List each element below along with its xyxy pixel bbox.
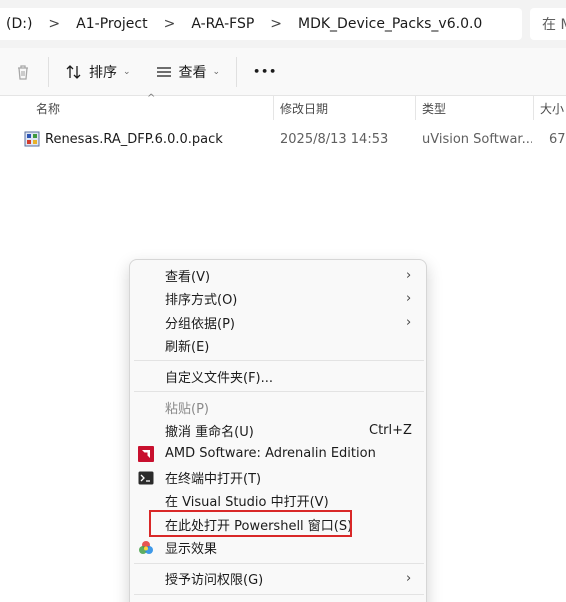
highlight-box — [149, 510, 352, 537]
menu-item-display-effects[interactable]: 显示效果 — [130, 536, 428, 559]
menu-separator — [134, 563, 424, 564]
breadcrumb-mdk-packs[interactable]: MDK_Device_Packs_v6.0.0 — [292, 16, 488, 32]
color-wheel-icon — [138, 540, 154, 556]
chevron-down-icon: ⌄ — [212, 66, 221, 77]
toolbar-divider — [236, 56, 238, 87]
file-row[interactable]: Renesas.RA_DFP.6.0.0.pack 2025/8/13 14:5… — [18, 126, 566, 152]
pack-file-icon — [24, 126, 40, 152]
chevron-right-icon[interactable]: > — [38, 16, 70, 32]
menu-item-view[interactable]: 查看(V) › — [130, 264, 428, 287]
breadcrumb-drive[interactable]: (D:) — [0, 16, 38, 32]
menu-separator — [134, 360, 424, 361]
more-options-button[interactable]: ••• — [245, 56, 285, 88]
column-header-size[interactable]: 大小 — [534, 96, 564, 120]
menu-item-amd-software[interactable]: AMD Software: Adrenalin Edition — [130, 442, 428, 465]
menu-item-open-visual-studio[interactable]: 在 Visual Studio 中打开(V) — [130, 489, 428, 512]
sort-arrows-icon — [66, 64, 81, 79]
breadcrumb-a-ra-fsp[interactable]: A-RA-FSP — [185, 16, 260, 32]
chevron-right-icon[interactable]: > — [260, 16, 292, 32]
delete-button[interactable] — [6, 56, 40, 88]
column-header-type[interactable]: 类型 — [416, 96, 446, 120]
menu-item-open-terminal[interactable]: 在终端中打开(T) — [130, 466, 428, 489]
menu-separator — [134, 594, 424, 595]
breadcrumb[interactable]: (D:) > A1-Project > A-RA-FSP > MDK_Devic… — [0, 8, 522, 40]
menu-item-grant-access[interactable]: 授予访问权限(G) › — [130, 567, 428, 590]
column-headers: ^ 名称 修改日期 类型 大小 — [0, 93, 566, 120]
menu-separator — [134, 391, 424, 392]
view-button[interactable]: 查看 ⌄ — [147, 56, 229, 88]
chevron-right-icon: › — [406, 291, 412, 306]
view-label: 查看 — [178, 64, 207, 81]
sort-ascending-icon: ^ — [147, 93, 156, 104]
menu-item-undo-rename[interactable]: 撤消 重命名(U) Ctrl+Z — [130, 419, 428, 442]
sort-button[interactable]: 排序 ⌄ — [57, 56, 139, 88]
file-name: Renesas.RA_DFP.6.0.0.pack — [45, 131, 223, 147]
menu-item-group-by[interactable]: 分组依据(P) › — [130, 311, 428, 334]
address-bar-area: (D:) > A1-Project > A-RA-FSP > MDK_Devic… — [0, 0, 566, 48]
search-input[interactable]: 在 M — [530, 8, 566, 40]
menu-item-refresh[interactable]: 刷新(E) — [130, 334, 428, 357]
file-size: 67, — [549, 131, 566, 147]
chevron-right-icon: › — [406, 268, 412, 283]
file-date: 2025/8/13 14:53 — [280, 131, 389, 147]
chevron-right-icon: › — [406, 571, 412, 586]
file-type: uVision Softwar... — [422, 131, 532, 147]
breadcrumb-a1-project[interactable]: A1-Project — [70, 16, 153, 32]
context-menu: 查看(V) › 排序方式(O) › 分组依据(P) › 刷新(E) 自定义文件夹… — [129, 259, 427, 602]
menu-item-customize-folder[interactable]: 自定义文件夹(F)... — [130, 365, 428, 388]
chevron-right-icon: › — [406, 315, 412, 330]
amd-logo-icon — [138, 445, 154, 462]
chevron-down-icon: ⌄ — [123, 66, 131, 77]
sort-label: 排序 — [89, 64, 117, 81]
toolbar-divider — [48, 56, 49, 87]
menu-item-paste[interactable]: 粘贴(P) — [130, 396, 428, 419]
terminal-icon — [138, 470, 154, 486]
column-header-date[interactable]: 修改日期 — [274, 96, 328, 120]
command-bar: 排序 ⌄ 查看 ⌄ ••• — [0, 48, 566, 96]
trash-icon — [18, 64, 28, 80]
ellipsis-icon: ••• — [253, 65, 278, 78]
column-header-name[interactable]: 名称 — [30, 96, 60, 120]
chevron-right-icon[interactable]: > — [154, 16, 186, 32]
list-view-icon — [156, 66, 171, 77]
menu-item-sort-by[interactable]: 排序方式(O) › — [130, 287, 428, 310]
shortcut-label: Ctrl+Z — [369, 423, 412, 438]
